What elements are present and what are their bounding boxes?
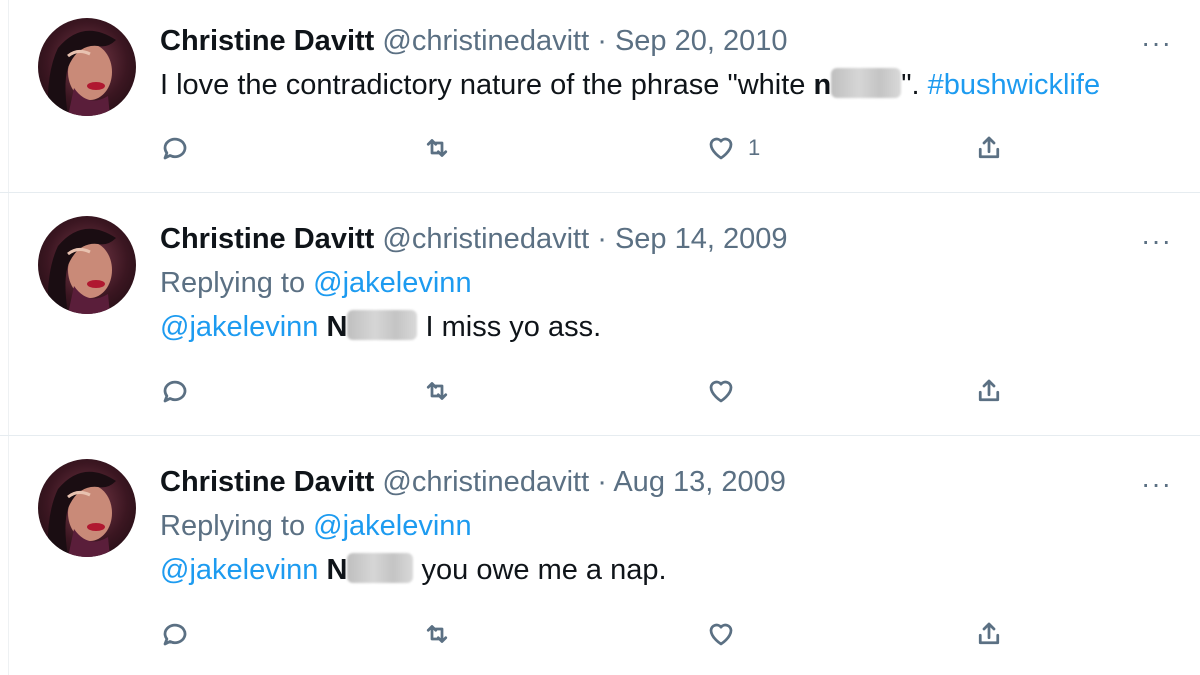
tweet-actions <box>160 616 1030 652</box>
avatar-image <box>47 30 116 116</box>
reply-button[interactable] <box>160 130 190 166</box>
tweet[interactable]: Christine Davitt @christinedavitt · Sep … <box>0 193 1200 436</box>
retweet-icon <box>426 139 448 157</box>
share-button[interactable] <box>974 616 1004 652</box>
reply-icon <box>163 137 187 160</box>
replying-to-label: Replying to <box>160 510 314 542</box>
like-button[interactable]: 1 <box>706 130 760 166</box>
tweet-date[interactable]: Sep 14, 2009 <box>615 223 788 255</box>
reply-button[interactable] <box>160 616 190 652</box>
tweet-actions <box>160 373 1030 409</box>
tweet[interactable]: Christine Davitt @christinedavitt · Aug … <box>0 436 1200 675</box>
more-icon[interactable]: ··· <box>1141 29 1172 57</box>
heart-icon <box>709 623 733 646</box>
replying-to-label: Replying to <box>160 267 314 299</box>
author-name[interactable]: Christine Davitt <box>160 466 374 498</box>
redacted-initial: n <box>813 69 832 101</box>
tweet-content: Christine Davitt @christinedavitt · Sep … <box>160 22 1170 104</box>
retweet-button[interactable] <box>422 130 452 166</box>
replying-to-link[interactable]: @jakelevinn <box>313 267 471 299</box>
tweet-content: Christine Davitt @christinedavitt · Aug … <box>160 463 1170 589</box>
hashtag-link[interactable]: #bushwicklife <box>928 69 1100 101</box>
heart-icon <box>709 380 733 403</box>
author-name[interactable]: Christine Davitt <box>160 25 374 57</box>
share-icon <box>978 379 1000 402</box>
tweet-text-part: ". <box>901 69 928 101</box>
reply-icon <box>163 380 187 403</box>
replying-to: Replying to @jakelevinn <box>160 507 1170 545</box>
redacted-initial: N <box>326 554 348 586</box>
more-icon[interactable]: ··· <box>1141 470 1172 498</box>
tweet-header: Christine Davitt @christinedavitt · Sep … <box>160 22 1170 60</box>
tweet[interactable]: Christine Davitt @christinedavitt · Sep … <box>0 0 1200 193</box>
retweet-icon <box>426 625 448 643</box>
tweet-date[interactable]: Aug 13, 2009 <box>613 466 786 498</box>
heart-icon <box>709 137 733 160</box>
share-button[interactable] <box>974 130 1004 166</box>
avatar[interactable] <box>38 216 136 314</box>
tweet-text-part: you owe me a nap. <box>421 554 667 586</box>
replying-to: Replying to @jakelevinn <box>160 264 1170 302</box>
tweet-text: I love the contradictory nature of the p… <box>160 66 1170 104</box>
avatar[interactable] <box>38 18 136 116</box>
like-button[interactable] <box>706 616 736 652</box>
redaction-blur <box>347 310 418 340</box>
redaction-blur <box>347 553 414 583</box>
tweet-feed: Christine Davitt @christinedavitt · Sep … <box>0 0 1200 675</box>
retweet-button[interactable] <box>422 616 452 652</box>
redaction-blur <box>831 68 902 98</box>
retweet-button[interactable] <box>422 373 452 409</box>
separator: · <box>597 223 607 255</box>
share-icon <box>978 136 1000 159</box>
avatar-image <box>47 471 116 557</box>
author-handle[interactable]: @christinedavitt <box>382 223 589 255</box>
share-icon <box>978 622 1000 645</box>
mention-link[interactable]: @jakelevinn <box>160 554 318 586</box>
mention-link[interactable]: @jakelevinn <box>160 311 318 343</box>
tweet-header: Christine Davitt @christinedavitt · Aug … <box>160 463 1170 501</box>
replying-to-link[interactable]: @jakelevinn <box>313 510 471 542</box>
separator: · <box>597 466 607 498</box>
tweet-header: Christine Davitt @christinedavitt · Sep … <box>160 220 1170 258</box>
tweet-text-part: I love the contradictory nature of the p… <box>160 69 814 101</box>
more-icon[interactable]: ··· <box>1141 227 1172 255</box>
tweet-text-part: I miss yo ass. <box>425 311 602 343</box>
separator: · <box>597 25 607 57</box>
tweet-content: Christine Davitt @christinedavitt · Sep … <box>160 220 1170 346</box>
tweet-actions: 1 <box>160 130 1030 166</box>
reply-icon <box>163 623 187 646</box>
author-handle[interactable]: @christinedavitt <box>382 466 589 498</box>
tweet-text: @jakelevinn N I miss yo ass. <box>160 308 1170 346</box>
retweet-icon <box>426 382 448 400</box>
tweet-date[interactable]: Sep 20, 2010 <box>615 25 788 57</box>
share-button[interactable] <box>974 373 1004 409</box>
author-name[interactable]: Christine Davitt <box>160 223 374 255</box>
avatar[interactable] <box>38 459 136 557</box>
author-handle[interactable]: @christinedavitt <box>382 25 589 57</box>
reply-button[interactable] <box>160 373 190 409</box>
redacted-initial: N <box>326 311 348 343</box>
tweet-text: @jakelevinn N you owe me a nap. <box>160 551 1170 589</box>
like-count: 1 <box>748 135 761 160</box>
like-button[interactable] <box>706 373 736 409</box>
avatar-image <box>47 228 116 314</box>
